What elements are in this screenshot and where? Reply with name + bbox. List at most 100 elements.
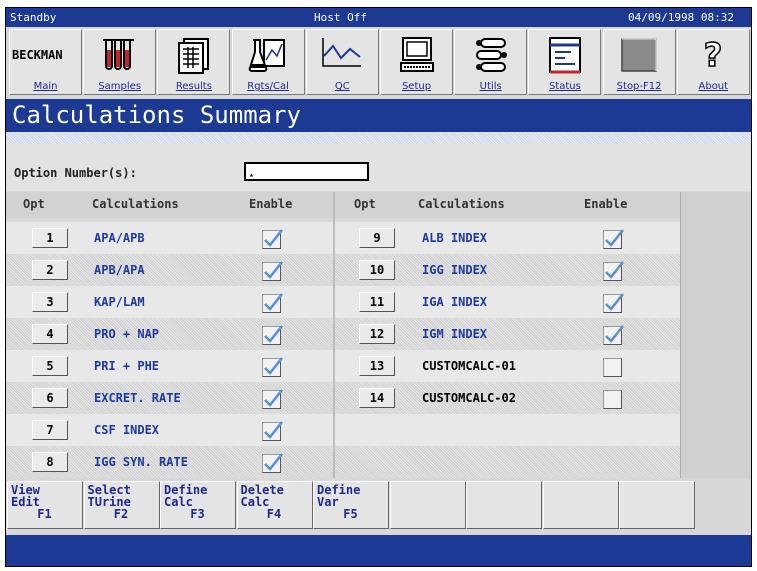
calculation-name: PRI + PHE <box>94 359 160 373</box>
calculation-name: APB/APA <box>94 263 145 277</box>
function-key-f3[interactable]: Define Calc F3 <box>160 481 236 529</box>
function-key-number: F2 <box>113 507 129 521</box>
checkmark-icon <box>262 323 284 349</box>
host-status: Host Off <box>314 11 367 24</box>
option-button-12[interactable]: 12 <box>359 324 395 344</box>
enable-checkbox[interactable] <box>603 323 625 345</box>
function-key-f5[interactable]: Define Var F5 <box>313 481 389 529</box>
option-button-13[interactable]: 13 <box>359 356 395 376</box>
option-button-14[interactable]: 14 <box>359 388 395 408</box>
title-divider <box>6 132 751 144</box>
calculation-name: KAP/LAM <box>94 295 145 309</box>
enable-checkbox[interactable] <box>262 259 284 281</box>
enable-checkbox[interactable] <box>262 355 284 377</box>
table-row: 8 IGG SYN. RATE <box>6 446 333 478</box>
table-row: 14 CUSTOMCALC-02 <box>335 382 680 414</box>
option-button-6[interactable]: 6 <box>32 388 68 408</box>
checkmark-icon <box>603 227 625 253</box>
column-calculations: Calculations <box>92 197 179 211</box>
enable-checkbox[interactable] <box>262 451 284 473</box>
enable-checkbox[interactable] <box>262 387 284 409</box>
enable-checkbox[interactable] <box>603 291 625 313</box>
enable-checkbox[interactable] <box>262 227 284 249</box>
calculation-name: CSF INDEX <box>94 423 160 437</box>
calculation-name: CUSTOMCALC-01 <box>422 359 516 373</box>
toolbar-button-about[interactable]: ? About <box>676 29 750 95</box>
status-bar: Standby Host Off 04/09/1998 08:32 <box>6 8 751 27</box>
function-key-empty[interactable] <box>389 481 466 529</box>
left-table-header: Opt Calculations Enable <box>6 192 333 218</box>
right-empty-pane <box>680 192 751 478</box>
enable-checkbox[interactable] <box>603 387 625 409</box>
option-button-7[interactable]: 7 <box>32 420 68 440</box>
checkmark-icon <box>262 355 284 381</box>
option-button-8[interactable]: 8 <box>32 452 68 472</box>
option-button-4[interactable]: 4 <box>32 324 68 344</box>
enable-checkbox[interactable] <box>603 259 625 281</box>
option-button-2[interactable]: 2 <box>32 260 68 280</box>
table-row: 10 IGG INDEX <box>335 254 680 286</box>
toolbar-label: QC <box>334 81 350 92</box>
enable-checkbox[interactable] <box>262 323 284 345</box>
empty-row <box>335 446 680 478</box>
enable-checkbox[interactable] <box>262 291 284 313</box>
function-key-number: F5 <box>343 507 358 521</box>
table-row: 3 KAP/LAM <box>6 286 333 318</box>
option-button-9[interactable]: 9 <box>359 228 395 248</box>
column-enable: Enable <box>584 197 628 211</box>
column-opt: Opt <box>23 197 45 211</box>
toolbar-button-rgts-cal[interactable]: Rgts/Cal <box>231 29 305 95</box>
toolbar-button-stop-f12[interactable]: Stop-F12 <box>602 29 676 95</box>
checkmark-icon <box>603 259 625 285</box>
calculation-name: IGM INDEX <box>422 327 488 341</box>
analyzer-window: Standby Host Off 04/09/1998 08:32 BECKMA… <box>5 7 752 567</box>
column-enable: Enable <box>249 197 293 211</box>
function-key-f2[interactable]: Select TUrine F2 <box>83 481 160 529</box>
column-divider <box>333 192 335 478</box>
enable-checkbox[interactable] <box>603 227 625 249</box>
calculation-name: APA/APB <box>94 231 145 245</box>
option-button-5[interactable]: 5 <box>32 356 68 376</box>
table-row: 7 CSF INDEX <box>6 414 333 446</box>
enable-checkbox[interactable] <box>262 419 284 441</box>
column-calculations: Calculations <box>418 197 505 211</box>
table-row: 12 IGM INDEX <box>335 318 680 350</box>
function-key-empty[interactable] <box>542 481 619 529</box>
table-row: 6 EXCRET. RATE <box>6 382 333 414</box>
option-button-11[interactable]: 11 <box>359 292 395 312</box>
checkmark-icon <box>603 323 625 349</box>
option-button-1[interactable]: 1 <box>32 228 68 248</box>
function-key-empty[interactable] <box>466 481 542 529</box>
option-number-input[interactable]: ▴ <box>244 162 369 181</box>
status-mode: Standby <box>10 11 57 24</box>
function-key-number: F3 <box>190 507 205 521</box>
toolbar-label: Rgts/Cal <box>247 81 289 92</box>
table-row: 1 APA/APB <box>6 222 333 254</box>
toolbar-button-main[interactable]: BECKMAN Main <box>9 29 82 95</box>
function-key-f4[interactable]: Delete Calc F4 <box>236 481 313 529</box>
toolbar: BECKMAN Main Samples Results Rgts/Cal QC Setup… <box>6 27 751 99</box>
calculation-name: IGA INDEX <box>422 295 488 309</box>
toolbar-label: Main <box>33 81 58 92</box>
function-key-empty[interactable] <box>619 481 695 529</box>
toolbar-label: About <box>698 81 729 92</box>
toolbar-button-status[interactable]: Status <box>528 29 602 95</box>
enable-checkbox[interactable] <box>603 355 625 377</box>
toolbar-label: Stop-F12 <box>616 81 662 92</box>
toolbar-button-results[interactable]: Results <box>157 29 231 95</box>
table-row: 9 ALB INDEX <box>335 222 680 254</box>
checkmark-icon <box>603 291 625 317</box>
toolbar-button-samples[interactable]: Samples <box>83 29 157 95</box>
toolbar-button-utils[interactable]: Utils <box>454 29 528 95</box>
option-button-10[interactable]: 10 <box>359 260 395 280</box>
function-key-f1[interactable]: View Edit F1 <box>7 481 83 529</box>
calculation-name: IGG INDEX <box>422 263 488 277</box>
table-row: 4 PRO + NAP <box>6 318 333 350</box>
toolbar-button-qc[interactable]: QC <box>305 29 379 95</box>
option-button-3[interactable]: 3 <box>32 292 68 312</box>
toolbar-label: Results <box>175 81 212 92</box>
checkmark-icon <box>262 227 284 253</box>
table-row: 13 CUSTOMCALC-01 <box>335 350 680 382</box>
calculation-name: ALB INDEX <box>422 231 488 245</box>
toolbar-button-setup[interactable]: Setup <box>380 29 453 95</box>
